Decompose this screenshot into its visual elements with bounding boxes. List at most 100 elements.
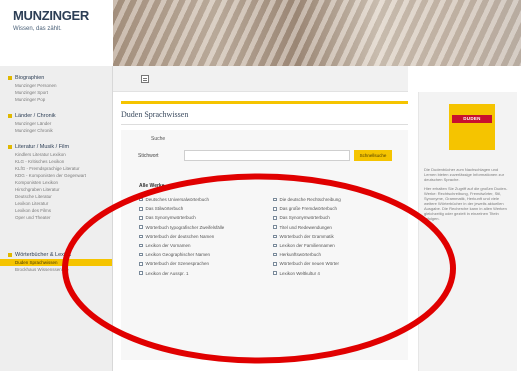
dictionary-item[interactable]: Das Synonymwörterbuch xyxy=(139,213,259,222)
nav-section-literatur: Literatur / Musik / Film Kindlers Litera… xyxy=(0,143,112,221)
sidebar-item[interactable]: KDG - Komponisten der Gegenwart xyxy=(0,172,112,179)
bullet-icon xyxy=(8,114,12,118)
sidebar-item[interactable]: Hirschgraben Literatur xyxy=(0,186,112,193)
duden-logo[interactable]: DUDEN xyxy=(449,104,495,150)
search-button[interactable]: Schnellsuche xyxy=(354,150,392,161)
checkbox[interactable] xyxy=(139,262,143,266)
dictionary-list-right: Die deutsche Rechtschreibung Das große F… xyxy=(273,195,393,278)
dictionary-label: Lexikon der Ausspr. 1 xyxy=(145,270,189,276)
checkbox[interactable] xyxy=(273,234,277,239)
checkbox[interactable] xyxy=(273,216,277,220)
dictionary-item[interactable]: Lexikon der Ausspr. 1 xyxy=(139,269,259,278)
sidebar-item[interactable]: KLfG - Fremdsprachige Literatur xyxy=(0,165,112,172)
sidebar-nav: Biographien Munzinger Personen Munzinger… xyxy=(0,66,113,371)
info-text: Die Dudenbücher zum Nachschlagen und Ler… xyxy=(424,167,511,225)
nav-section-woerterbuecher: Wörterbücher & Lexika Duden Sprachwissen… xyxy=(0,251,112,273)
sidebar-item[interactable]: Munzinger Chronik xyxy=(0,127,112,134)
dictionary-item[interactable]: Das Stilwörterbuch xyxy=(139,204,259,213)
dictionary-item[interactable]: Das große Fremdwörterbuch xyxy=(273,204,393,213)
checkbox[interactable] xyxy=(139,252,143,257)
bullet-icon xyxy=(8,76,12,80)
dictionary-label: Herkunftswörterbuch xyxy=(279,252,322,258)
dictionary-label: Das große Fremdwörterbuch xyxy=(279,206,338,212)
dictionary-item[interactable]: Lexikon Geographischer Namen xyxy=(139,250,259,259)
sidebar-item[interactable]: Komponisten Lexikon xyxy=(0,179,112,186)
dictionary-label: Die deutsche Rechtschreibung xyxy=(279,197,341,203)
nav-heading[interactable]: Literatur / Musik / Film xyxy=(0,143,112,151)
logo-text: MUNZINGER xyxy=(13,8,90,23)
nav-heading-label: Wörterbücher & Lexika xyxy=(15,252,71,258)
checkbox[interactable] xyxy=(273,252,277,257)
dictionary-item[interactable]: Wörterbuch der Szenesprachen xyxy=(139,259,259,268)
sidebar-item[interactable]: Kindlers Literatur Lexikon xyxy=(0,151,112,158)
checkbox[interactable] xyxy=(139,207,143,211)
dictionary-item[interactable]: Titel und Redewendungen xyxy=(273,223,393,232)
bullet-icon xyxy=(8,253,12,257)
checkbox[interactable] xyxy=(273,262,277,266)
nav-heading-label: Literatur / Musik / Film xyxy=(15,144,70,150)
sidebar-item[interactable]: Munzinger Personen xyxy=(0,82,112,89)
sidebar-item[interactable]: Munzinger Pop xyxy=(0,96,112,103)
checkbox[interactable] xyxy=(139,243,143,248)
checkbox[interactable] xyxy=(273,197,277,202)
dictionary-label: Das Stilwörterbuch xyxy=(145,206,184,212)
nav-section-laender: Länder / Chronik Munzinger Länder Munzin… xyxy=(0,112,112,134)
nav-heading-label: Biographien xyxy=(15,75,45,81)
dictionary-label: Lexikon der Vornamen xyxy=(145,243,191,249)
sidebar-item[interactable]: Lexikon Literatur xyxy=(0,200,112,207)
dictionary-label: Wörterbuch typografischer Zweifelsfälle xyxy=(145,224,225,230)
nav-heading[interactable]: Länder / Chronik xyxy=(0,112,112,120)
duden-logo-text: DUDEN xyxy=(452,115,492,123)
dictionary-label: Wörterbuch der neuen Wörter xyxy=(279,261,340,267)
dictionary-list-left: Deutsches Universalwörterbuch Das Stilwö… xyxy=(139,195,259,278)
dictionary-item[interactable]: Wörterbuch der Grammatik xyxy=(273,232,393,241)
dictionary-label: Das Synonymwörterbuch xyxy=(145,215,196,221)
dictionary-item[interactable]: Wörterbuch der neuen Wörter xyxy=(273,259,393,268)
checkbox[interactable] xyxy=(139,234,143,239)
checkbox[interactable] xyxy=(273,243,277,248)
checkbox[interactable] xyxy=(139,225,143,229)
dictionary-item[interactable]: Deutsches Universalwörterbuch xyxy=(139,195,259,204)
sidebar-item[interactable]: Brockhaus Wissensservice xyxy=(0,266,112,273)
checkbox[interactable] xyxy=(273,207,277,211)
checkbox[interactable] xyxy=(139,271,143,275)
checkbox[interactable] xyxy=(139,216,143,220)
sidebar-item[interactable]: Munzinger Sport xyxy=(0,89,112,96)
sidebar-item[interactable]: Munzinger Länder xyxy=(0,120,112,127)
toolbar xyxy=(113,66,408,92)
nav-section-biographien: Biographien Munzinger Personen Munzinger… xyxy=(0,74,112,103)
dictionary-item[interactable]: Wörterbuch typografischer Zweifelsfälle xyxy=(139,223,259,232)
sidebar-item[interactable]: Lexikon des Films xyxy=(0,207,112,214)
search-input[interactable] xyxy=(184,150,350,161)
print-icon[interactable] xyxy=(141,75,149,83)
divider xyxy=(121,124,408,125)
all-works-label[interactable]: Alle Werke xyxy=(139,183,164,189)
accent-bar xyxy=(121,101,408,104)
sidebar-item[interactable]: KLG - Kritisches Lexikon xyxy=(0,158,112,165)
nav-heading[interactable]: Wörterbücher & Lexika xyxy=(0,251,112,259)
checkbox[interactable] xyxy=(273,271,277,275)
checkbox[interactable] xyxy=(273,225,277,229)
bullet-icon xyxy=(8,145,12,149)
search-heading: Suche xyxy=(151,136,166,142)
dictionary-item[interactable]: Lexikon Weltkultur 4 xyxy=(273,269,393,278)
nav-heading-label: Länder / Chronik xyxy=(15,113,56,119)
dictionary-item[interactable]: Lexikon der Vornamen xyxy=(139,241,259,250)
sidebar-item[interactable]: Oper und Theater xyxy=(0,214,112,221)
dictionary-item[interactable]: Das Synonymwörterbuch xyxy=(273,213,393,222)
dictionary-label: Wörterbuch der deutschen Namen xyxy=(145,233,215,239)
dictionary-item[interactable]: Herkunftswörterbuch xyxy=(273,250,393,259)
sidebar-item[interactable]: Deutsche Literatur xyxy=(0,193,112,200)
info-paragraph: Hier erhalten Sie Zugriff auf die großen… xyxy=(424,186,508,221)
dictionary-item[interactable]: Die deutsche Rechtschreibung xyxy=(273,195,393,204)
dictionary-label: Titel und Redewendungen xyxy=(279,224,332,230)
logo[interactable]: MUNZINGER Wissen, das zählt. xyxy=(0,0,113,66)
dictionary-label: Deutsches Universalwörterbuch xyxy=(145,197,210,203)
dictionary-item[interactable]: Wörterbuch der deutschen Namen xyxy=(139,232,259,241)
nav-heading[interactable]: Biographien xyxy=(0,74,112,82)
all-works-text: Alle Werke xyxy=(139,183,165,189)
checkbox[interactable] xyxy=(139,197,143,202)
dictionary-item[interactable]: Lexikon der Familiennamen xyxy=(273,241,393,250)
dictionary-label: Lexikon der Familiennamen xyxy=(279,243,335,249)
sidebar-item-active[interactable]: Duden Sprachwissen xyxy=(0,259,112,266)
